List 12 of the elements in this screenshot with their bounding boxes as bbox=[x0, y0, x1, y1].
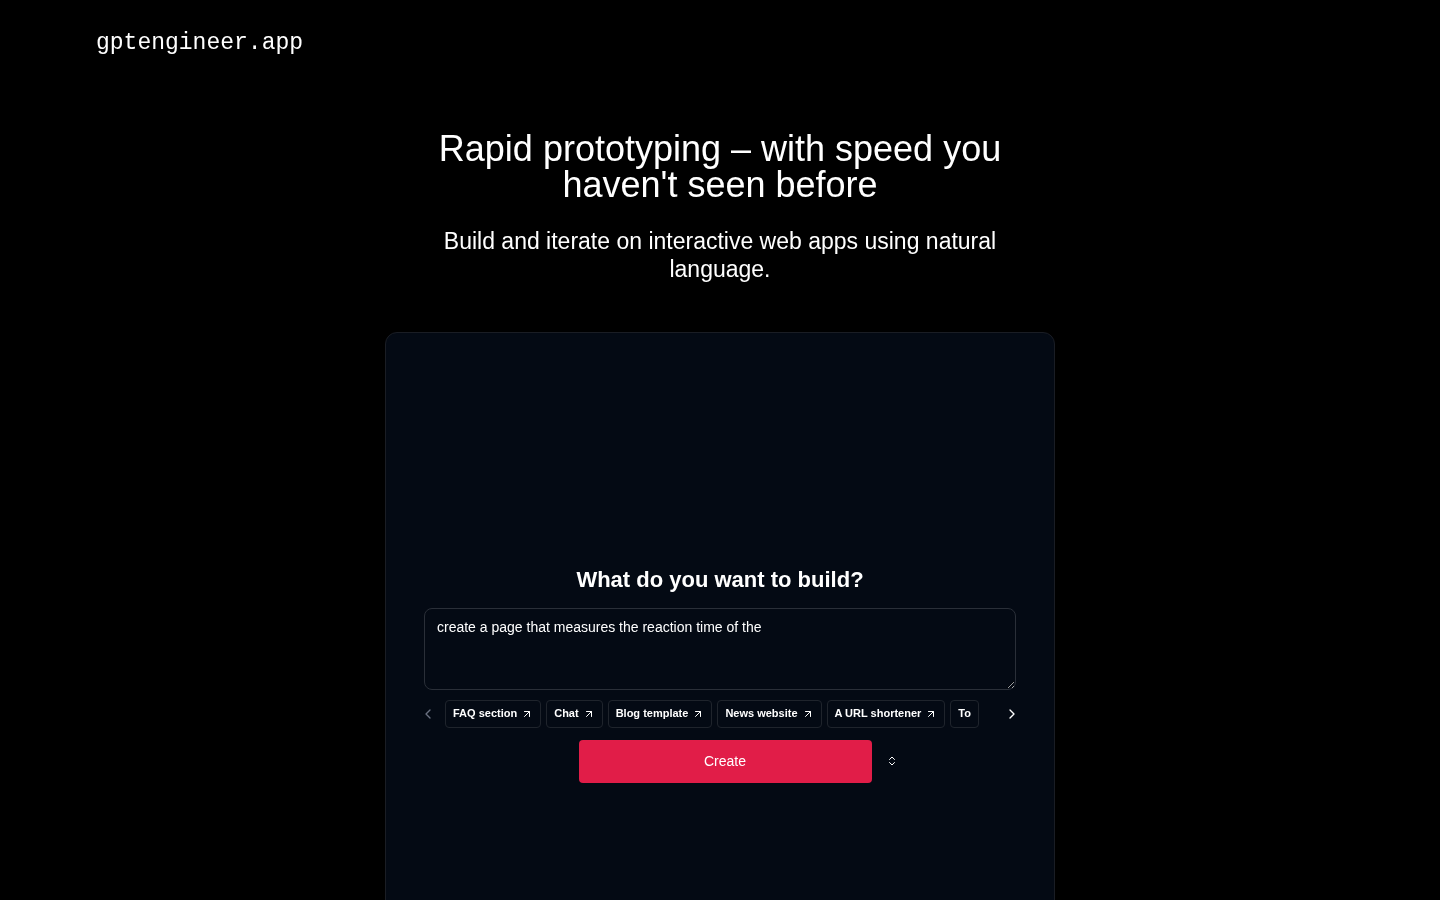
suggestion-chip[interactable]: Chat bbox=[546, 699, 603, 728]
suggestion-chip[interactable]: News website bbox=[717, 699, 822, 728]
suggestion-chip[interactable]: FAQ section bbox=[445, 699, 542, 728]
prompt-heading: What do you want to build? bbox=[576, 565, 864, 594]
headline: Rapid prototyping – with speed you haven't seen before bbox=[437, 130, 1003, 203]
suggestion-chip[interactable]: Blog template bbox=[607, 699, 713, 728]
suggestion-chip[interactable]: A URL shortener bbox=[826, 699, 946, 728]
logo[interactable]: gptengineer.app bbox=[96, 30, 304, 56]
create-button[interactable]: Create bbox=[578, 739, 872, 783]
prompt-input[interactable]: create a page that measures the reaction time of the bbox=[424, 607, 1016, 690]
suggestion-chip[interactable]: To bbox=[950, 699, 979, 728]
subtitle: Build and iterate on interactive web apps using natural language. bbox=[442, 226, 998, 283]
